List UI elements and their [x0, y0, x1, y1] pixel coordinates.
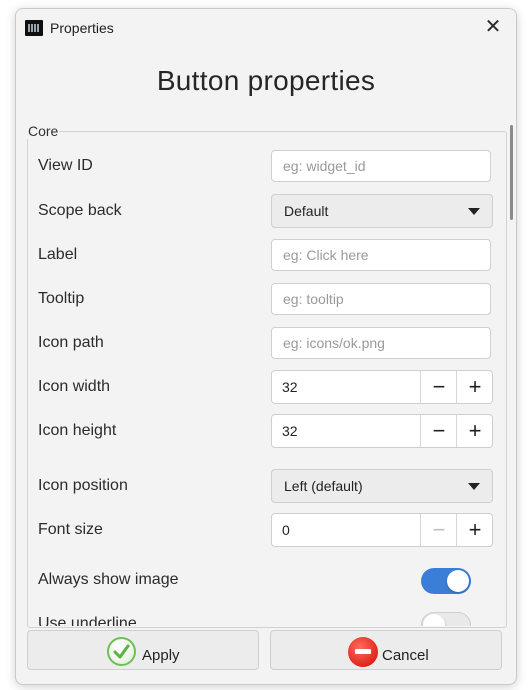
icon-position-select[interactable]: Left (default): [271, 469, 493, 503]
font-size-label: Font size: [38, 521, 103, 538]
toggle-knob: [447, 570, 469, 592]
icon-position-value: Left (default): [284, 478, 363, 494]
cancel-button[interactable]: Cancel: [270, 630, 502, 670]
apply-button[interactable]: Apply: [27, 630, 259, 670]
check-circle-icon: [107, 637, 136, 666]
window-title: Properties: [50, 20, 114, 36]
use-underline-label: Use underline: [38, 615, 137, 626]
dialog-title: Button properties: [156, 65, 376, 96]
caret-down-icon: [468, 208, 480, 215]
icon-height-increment-button[interactable]: +: [456, 415, 493, 447]
scope-back-select[interactable]: Default: [271, 194, 493, 228]
caret-down-icon: [468, 483, 480, 490]
view-id-label: View ID: [38, 157, 93, 174]
font-size-value[interactable]: 0: [282, 522, 290, 538]
title-bar: Properties ✕: [16, 9, 516, 47]
vertical-scrollbar[interactable]: [510, 125, 513, 220]
properties-scroll-area[interactable]: View ID eg: widget_id Scope back Default…: [27, 132, 507, 626]
tooltip-label: Tooltip: [38, 290, 85, 307]
cancel-label: Cancel: [382, 647, 429, 664]
icon-height-value[interactable]: 32: [282, 423, 298, 439]
icon-path-input[interactable]: eg: icons/ok.png: [271, 327, 491, 359]
font-size-decrement-button[interactable]: −: [420, 514, 457, 546]
icon-width-spinner: 32 − +: [271, 370, 493, 404]
app-icon: [25, 20, 43, 36]
icon-height-label: Icon height: [38, 422, 117, 439]
always-show-image-toggle[interactable]: [421, 568, 471, 594]
font-size-increment-button[interactable]: +: [456, 514, 493, 546]
scope-back-label: Scope back: [38, 202, 122, 219]
icon-width-value[interactable]: 32: [282, 379, 298, 395]
view-id-input[interactable]: eg: widget_id: [271, 150, 491, 182]
no-entry-icon: [348, 637, 378, 667]
icon-height-decrement-button[interactable]: −: [420, 415, 457, 447]
icon-path-label: Icon path: [38, 334, 104, 351]
label-input[interactable]: eg: Click here: [271, 239, 491, 271]
apply-label: Apply: [142, 647, 180, 664]
use-underline-toggle[interactable]: [421, 612, 471, 626]
tooltip-input[interactable]: eg: tooltip: [271, 283, 491, 315]
scope-back-value: Default: [284, 203, 329, 219]
label-label: Label: [38, 246, 78, 263]
always-show-image-label: Always show image: [38, 571, 179, 588]
icon-width-decrement-button[interactable]: −: [420, 371, 457, 403]
toggle-knob: [423, 614, 445, 626]
icon-position-label: Icon position: [38, 477, 128, 494]
icon-height-spinner: 32 − +: [271, 414, 493, 448]
close-icon[interactable]: ✕: [482, 16, 504, 38]
icon-width-label: Icon width: [38, 378, 111, 395]
icon-width-increment-button[interactable]: +: [456, 371, 493, 403]
font-size-spinner: 0 − +: [271, 513, 493, 547]
properties-window: Properties ✕ Button properties Core View…: [15, 8, 517, 685]
